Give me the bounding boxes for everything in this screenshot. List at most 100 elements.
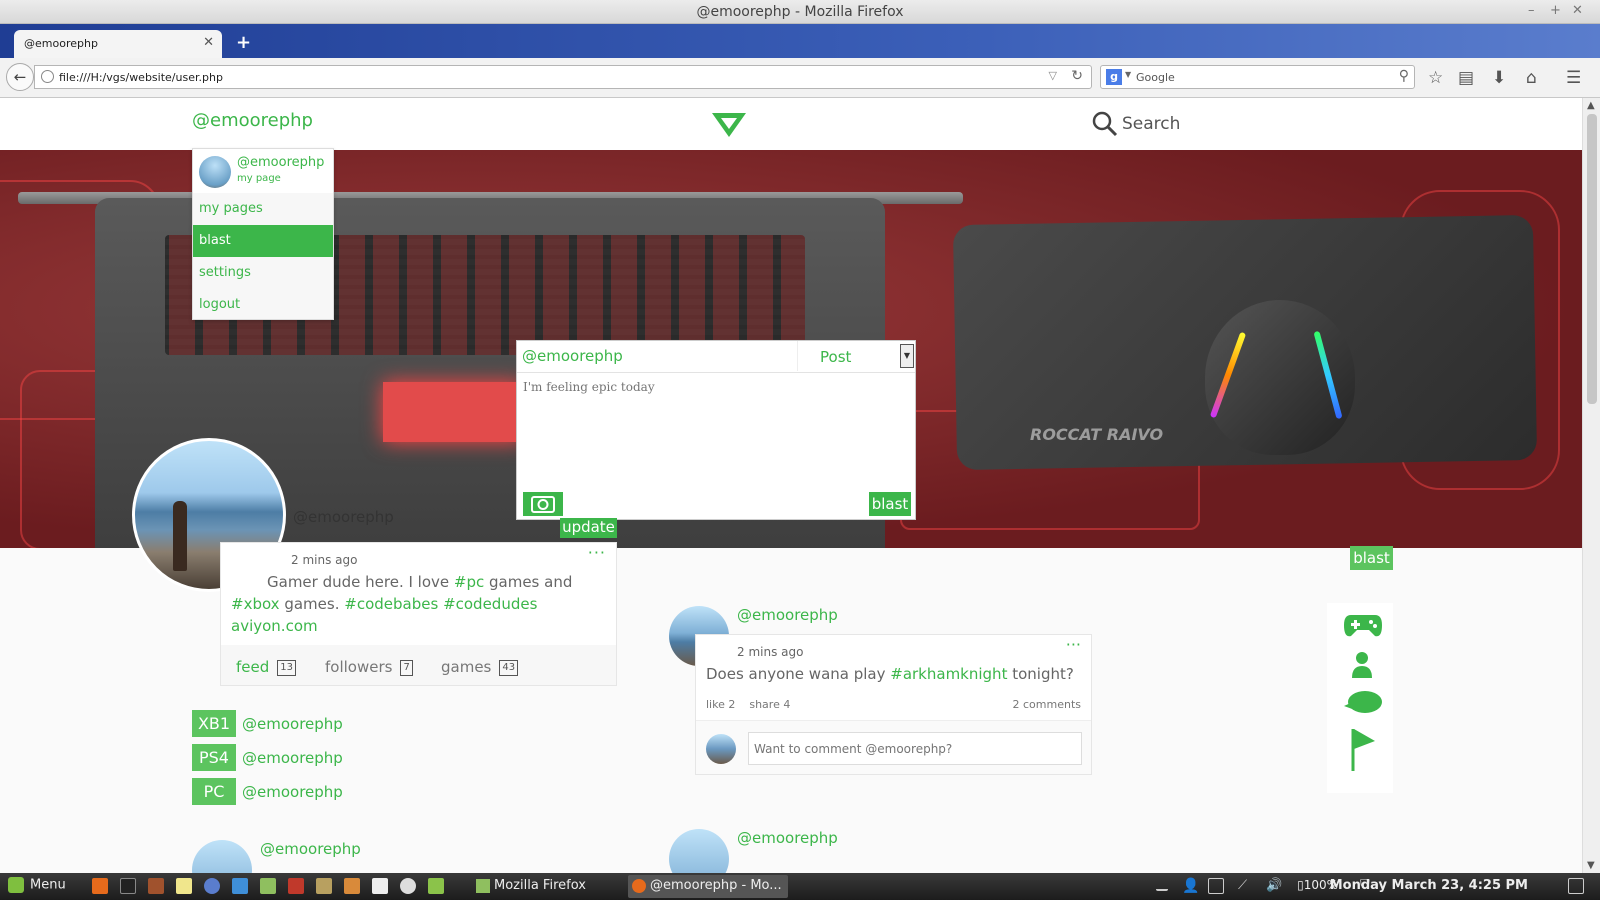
clock[interactable]: Monday March 23, 4:25 PM	[1330, 878, 1528, 893]
close-tab-icon[interactable]: ✕	[203, 35, 214, 50]
stat-games[interactable]: games 43	[441, 658, 519, 676]
scroll-down-icon[interactable]: ▼	[1587, 860, 1595, 871]
show-desktop-icon[interactable]	[1156, 881, 1168, 891]
more-options-icon[interactable]: ···	[588, 543, 606, 562]
post-timestamp: 2 mins ago	[737, 645, 804, 659]
notifications-icon[interactable]	[1568, 878, 1584, 894]
volume-icon[interactable]: 🔊	[1266, 878, 1282, 894]
hashtag-link[interactable]: #codedudes	[443, 595, 537, 613]
bookmarks-list-icon[interactable]: ▤	[1458, 68, 1474, 88]
feed-username[interactable]: @emoorephp	[737, 829, 838, 847]
nav-toolbar: ← file:///H:/vgs/website/user.php ▽ ↻ g …	[0, 58, 1600, 98]
like-button[interactable]: like 2	[706, 698, 735, 711]
close-window-icon[interactable]: ✕	[1572, 3, 1583, 18]
folder-icon	[476, 879, 490, 893]
user-icon[interactable]	[1351, 651, 1373, 679]
downloads-icon[interactable]: ⬇	[1492, 68, 1506, 88]
sidebar-blast-button[interactable]: blast	[1350, 546, 1393, 570]
flag-icon[interactable]	[1351, 727, 1377, 773]
dropdown-profile-header[interactable]: @emoorephp my page	[193, 149, 333, 193]
network-icon[interactable]: ⟋	[1238, 878, 1254, 894]
stat-followers[interactable]: followers 7	[325, 658, 413, 676]
menu-item-settings[interactable]: settings	[193, 257, 333, 289]
archive-launcher-icon[interactable]	[316, 878, 332, 894]
scroll-up-icon[interactable]: ▲	[1587, 100, 1595, 111]
gamepad-icon[interactable]	[1343, 611, 1383, 639]
commenter-avatar	[706, 734, 736, 764]
hashtag-link[interactable]: #codebabes	[344, 595, 438, 613]
taskbar-window-firefox[interactable]: Mozilla Firefox	[472, 875, 592, 898]
hamburger-menu-icon[interactable]: ☰	[1566, 68, 1581, 88]
user-status-icon[interactable]: 👤	[1182, 878, 1199, 894]
firefox-launcher-icon[interactable]	[92, 878, 108, 894]
editor-launcher-icon[interactable]	[232, 878, 248, 894]
hashtag-link[interactable]: #xbox	[231, 595, 280, 613]
engine-dropdown-icon[interactable]: ▼	[1125, 70, 1131, 79]
menu-item-blast[interactable]: blast	[193, 225, 333, 257]
header-username-link[interactable]: @emoorephp	[192, 110, 313, 131]
comment-row	[696, 720, 1091, 774]
terminal-launcher-icon[interactable]	[120, 878, 136, 894]
feed-avatar[interactable]	[669, 829, 729, 873]
gamertag-handle[interactable]: @emoorephp	[242, 715, 343, 733]
browser-tab[interactable]: @emoorephp ✕	[14, 30, 222, 59]
home-icon[interactable]: ⌂	[1526, 68, 1537, 88]
comment-input[interactable]	[748, 732, 1082, 765]
page-scrollbar[interactable]: ▲ ▼	[1582, 98, 1600, 873]
clipboard-icon[interactable]	[1208, 878, 1224, 894]
app-launcher-icon[interactable]	[428, 878, 444, 894]
chat-bubble-icon[interactable]	[1343, 689, 1383, 719]
menu-item-my-pages[interactable]: my pages	[193, 193, 333, 225]
feed-username[interactable]: @emoorephp	[260, 840, 361, 858]
browser-launcher-icon[interactable]	[204, 878, 220, 894]
browser-search-bar[interactable]: g ▼ Google ⚲	[1100, 65, 1415, 89]
share-button[interactable]: share 4	[749, 698, 790, 711]
comments-link[interactable]: 2 comments	[1013, 698, 1082, 711]
reload-icon[interactable]: ↻	[1071, 68, 1083, 84]
dropdown-subtitle: my page	[237, 173, 281, 184]
post-author-username[interactable]: @emoorephp	[737, 606, 838, 624]
hashtag-link[interactable]: #pc	[454, 573, 484, 591]
search-go-icon[interactable]: ⚲	[1399, 68, 1409, 84]
google-icon[interactable]: g	[1106, 69, 1122, 85]
gamertag-handle[interactable]: @emoorephp	[242, 783, 343, 801]
post-actions: like 2 share 4	[706, 698, 790, 711]
app-launcher-icon[interactable]	[148, 878, 164, 894]
chevron-down-icon[interactable]: ▼	[900, 344, 914, 368]
feed-avatar[interactable]	[192, 840, 252, 873]
url-bar[interactable]: file:///H:/vgs/website/user.php ▽ ↻	[34, 65, 1092, 89]
site-search-button[interactable]: Search	[1092, 111, 1180, 142]
post-type-select[interactable]: Post ▼	[797, 341, 916, 371]
post-type-value: Post	[820, 348, 852, 366]
menu-item-logout[interactable]: logout	[193, 289, 333, 321]
update-profile-button[interactable]: update	[560, 518, 617, 538]
notes-launcher-icon[interactable]	[176, 878, 192, 894]
composer-textarea[interactable]	[517, 372, 915, 484]
filezilla-launcher-icon[interactable]	[288, 878, 304, 894]
back-button[interactable]: ←	[6, 63, 34, 91]
sidebar-nav	[1327, 603, 1393, 793]
gamertag-platform-ps4: PS4	[192, 744, 236, 771]
hashtag-link[interactable]: #arkhamknight	[890, 665, 1007, 683]
blast-submit-button[interactable]: blast	[869, 492, 911, 516]
taskbar-window-active[interactable]: @emoorephp - Mo...	[628, 875, 788, 898]
maximize-icon[interactable]: +	[1550, 3, 1561, 18]
post-text: Does anyone wana play #arkhamknight toni…	[706, 665, 1074, 683]
disc-launcher-icon[interactable]	[400, 878, 416, 894]
files-launcher-icon[interactable]	[260, 878, 276, 894]
bio-card: 2 mins ago ··· Gamer dude here. I love #…	[220, 542, 617, 686]
bookmark-star-icon[interactable]: ☆	[1428, 68, 1443, 88]
minimize-icon[interactable]: –	[1528, 3, 1535, 18]
gamertag-handle[interactable]: @emoorephp	[242, 749, 343, 767]
start-menu-button[interactable]: Menu	[8, 877, 66, 893]
more-options-icon[interactable]: ···	[1066, 635, 1081, 654]
site-logo-icon[interactable]	[712, 113, 746, 143]
image-launcher-icon[interactable]	[344, 878, 360, 894]
attach-photo-button[interactable]	[523, 492, 563, 516]
scrollbar-thumb[interactable]	[1587, 114, 1597, 404]
new-tab-icon[interactable]: +	[236, 32, 251, 53]
document-launcher-icon[interactable]	[372, 878, 388, 894]
website-link[interactable]: aviyon.com	[231, 617, 318, 635]
history-dropdown-icon[interactable]: ▽	[1049, 69, 1057, 82]
stat-feed[interactable]: feed 13	[236, 658, 296, 676]
